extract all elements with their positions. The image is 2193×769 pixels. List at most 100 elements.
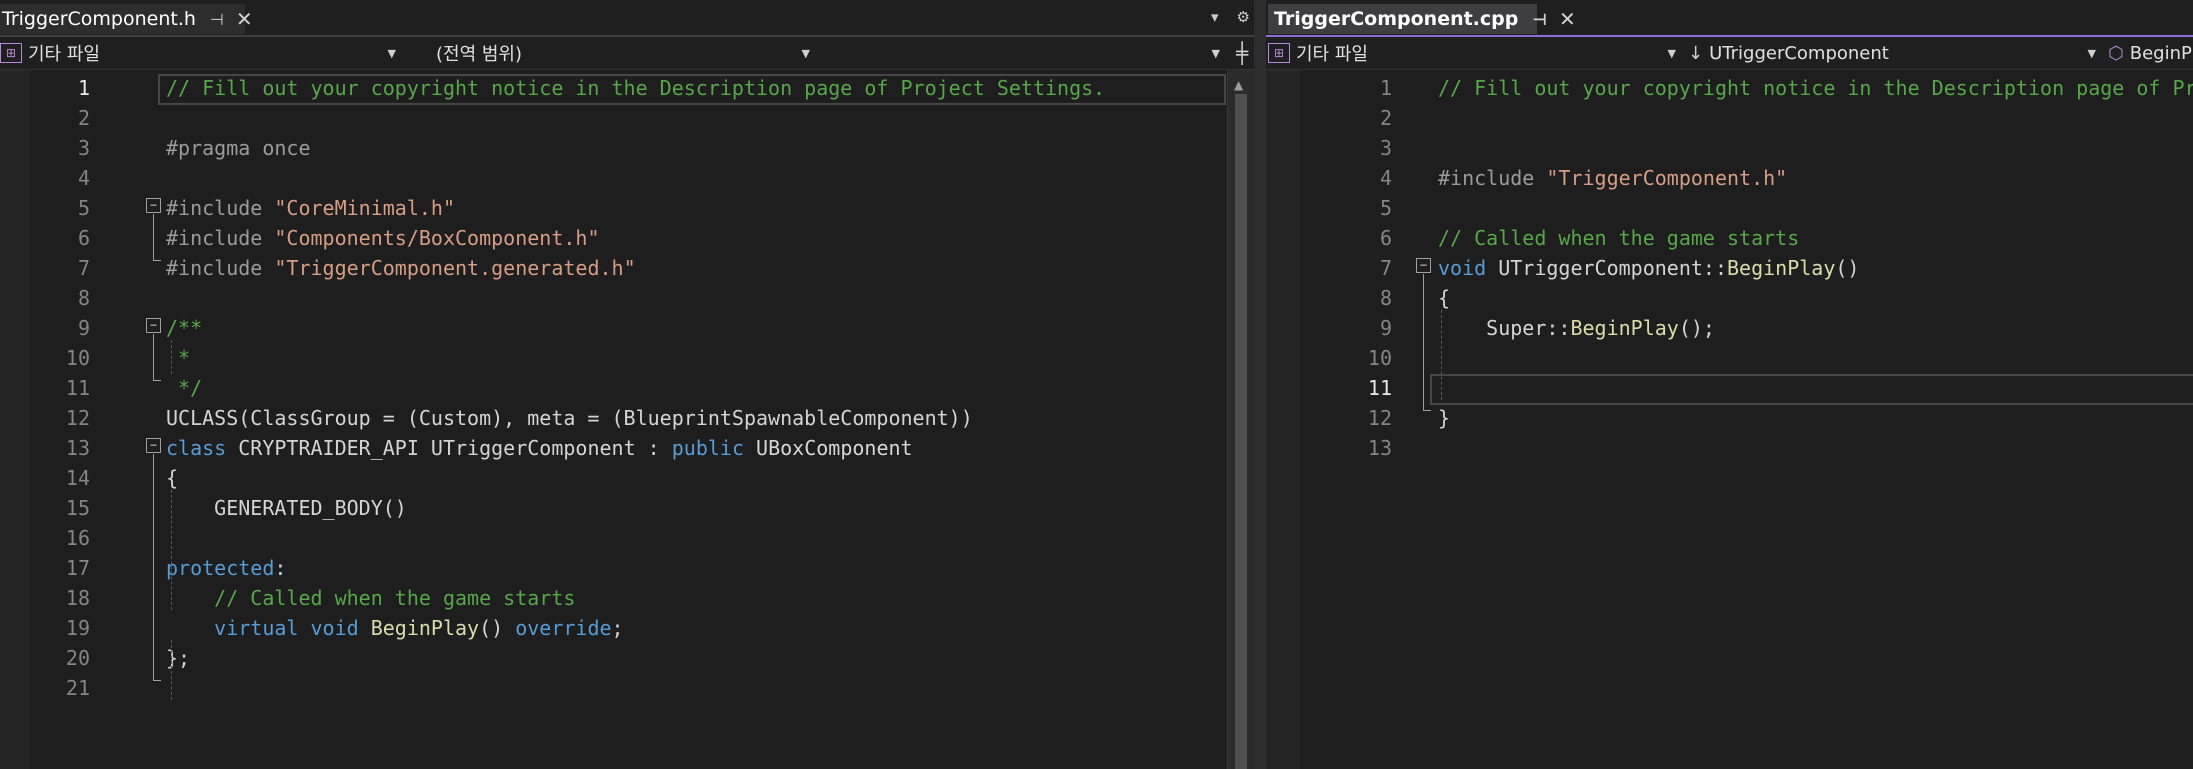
pane-splitter[interactable] (1254, 0, 1266, 769)
pin-icon[interactable]: ⊣ (210, 10, 224, 29)
code-line[interactable]: 2 (0, 103, 1254, 133)
fold-guide-end (153, 380, 161, 381)
code-line[interactable]: 11 (1266, 373, 2193, 405)
code-line[interactable]: 11 */ (0, 373, 1254, 403)
code-token: void (1438, 256, 1499, 280)
fold-guide (153, 334, 154, 380)
code-line[interactable]: 13 (1266, 433, 2193, 463)
code-text: { (1438, 283, 1450, 313)
navigation-bar: ⊞ 기타 파일 ▼ ↓ UTriggerComponent ▼ ⬡ BeginP… (1266, 37, 2193, 70)
fold-guide (1423, 274, 1424, 410)
current-line-highlight (1430, 374, 2193, 405)
line-number: 2 (77, 106, 90, 130)
line-number: 13 (1367, 436, 1392, 460)
code-line[interactable]: 8{ (1266, 283, 2193, 313)
code-line[interactable]: 12} (1266, 403, 2193, 433)
code-line[interactable]: 3 (1266, 133, 2193, 163)
project-icon: ⊞ (1268, 43, 1290, 63)
scrollbar-thumb[interactable] (1235, 94, 1247, 769)
code-editor[interactable]: 1 // Fill out your copyright notice in th… (1266, 70, 2193, 769)
code-token: ; (611, 616, 624, 640)
code-editor[interactable]: 1 // Fill out your copyright notice in th… (0, 70, 1254, 769)
line-number: 6 (77, 226, 90, 250)
code-line[interactable]: 15 GENERATED_BODY() (0, 493, 1254, 523)
code-line[interactable]: 5 #include "CoreMinimal.h" (0, 193, 1254, 223)
pin-icon[interactable]: ⊣ (1532, 10, 1547, 29)
member-dropdown[interactable]: ⬡ BeginPla (2108, 39, 2193, 67)
indent-guide (171, 490, 172, 610)
chevron-down-icon: ▼ (1667, 47, 1676, 60)
indent-guide (171, 340, 172, 374)
tab-trigger-component-cpp[interactable]: TriggerComponent.cpp ⊣ ✕ (1268, 4, 1576, 34)
collapse-icon[interactable]: − (146, 318, 161, 333)
scope-dropdown[interactable]: (전역 범위) ▼ (412, 39, 814, 67)
code-line[interactable]: 12 UCLASS(ClassGroup = (Custom), meta = (… (0, 403, 1254, 433)
tab-trigger-component-h[interactable]: TriggerComponent.h ⊣ ✕ (0, 4, 253, 34)
code-text: protected: (166, 553, 286, 583)
code-token: #include (166, 196, 275, 220)
code-line[interactable]: 17 protected: (0, 553, 1254, 583)
close-icon[interactable]: ✕ (236, 7, 253, 31)
line-number: 15 (65, 496, 90, 520)
settings-icon[interactable]: ⚙ (1237, 8, 1250, 26)
member-dropdown[interactable]: ▼ (822, 39, 1224, 67)
code-line[interactable]: 10 * (0, 343, 1254, 373)
code-line[interactable]: 14 { (0, 463, 1254, 493)
line-number: 21 (65, 676, 90, 700)
line-number: 12 (1367, 406, 1392, 430)
line-number: 14 (65, 466, 90, 490)
tab-list-dropdown-icon[interactable]: ▾ (1211, 8, 1219, 26)
line-number: 7 (77, 256, 90, 280)
method-cube-icon: ⬡ (2108, 42, 2124, 64)
code-line[interactable]: 9 /** (0, 313, 1254, 343)
code-line[interactable]: 16 (0, 523, 1254, 553)
code-line[interactable]: 2 (1266, 103, 2193, 133)
code-line[interactable]: 3 #pragma once (0, 133, 1254, 163)
code-line[interactable]: 13 class CRYPTRAIDER_API UTriggerComponen… (0, 433, 1254, 463)
code-line[interactable]: 1 // Fill out your copyright notice in th… (0, 73, 1254, 105)
code-line[interactable]: 8 (0, 283, 1254, 313)
collapse-icon[interactable]: − (146, 438, 161, 453)
code-line[interactable]: 4 #include "TriggerComponent.h" (1266, 163, 2193, 193)
code-token: public (671, 436, 757, 460)
collapse-icon[interactable]: − (146, 198, 161, 213)
code-line[interactable]: 20}; (0, 643, 1254, 673)
code-line[interactable]: 6 #include "Components/BoxComponent.h" (0, 223, 1254, 253)
line-number: 1 (1379, 76, 1392, 100)
code-token: "CoreMinimal.h" (274, 196, 455, 220)
code-token: { (166, 466, 179, 490)
code-line[interactable]: 7 void UTriggerComponent::BeginPlay() (1266, 253, 2193, 283)
collapse-icon[interactable]: − (1416, 258, 1431, 273)
code-line[interactable]: 5 (1266, 193, 2193, 223)
scroll-up-icon[interactable]: ▲ (1234, 78, 1243, 92)
code-line[interactable]: 21 (0, 673, 1254, 703)
line-number: 11 (65, 376, 90, 400)
chevron-down-icon: ▼ (387, 47, 396, 60)
code-text: /** (166, 313, 202, 343)
project-dropdown[interactable]: ⊞ 기타 파일 ▼ (1268, 39, 1680, 67)
code-line[interactable]: 19 virtual void BeginPlay() override; (0, 613, 1254, 643)
scope-dropdown[interactable]: ↓ UTriggerComponent ▼ (1688, 39, 2100, 67)
vertical-scrollbar[interactable]: ▲ (1227, 70, 1254, 769)
code-text: class CRYPTRAIDER_API UTriggerComponent … (166, 433, 913, 463)
tab-title: TriggerComponent.cpp (1274, 8, 1519, 30)
code-line[interactable]: 4 (0, 163, 1254, 193)
line-number: 2 (1379, 106, 1392, 130)
code-line[interactable]: 6 // Called when the game starts (1266, 223, 2193, 253)
close-icon[interactable]: ✕ (1559, 7, 1576, 31)
split-window-icon[interactable]: ╪ (1236, 41, 1248, 65)
line-number: 1 (77, 76, 90, 100)
line-number: 4 (77, 166, 90, 190)
code-token: GENERATED_BODY() (166, 496, 407, 520)
project-dropdown[interactable]: ⊞ 기타 파일 ▼ (0, 39, 400, 67)
code-line[interactable]: 1 // Fill out your copyright notice in th… (1266, 73, 2193, 103)
line-number: 7 (1379, 256, 1392, 280)
code-text: #include "CoreMinimal.h" (166, 193, 455, 223)
code-line[interactable]: 10 (1266, 343, 2193, 373)
editor-pane-source: TriggerComponent.cpp ⊣ ✕ ⊞ 기타 파일 ▼ ↓ UTr… (1266, 0, 2193, 769)
code-line[interactable]: 7 #include "TriggerComponent.generated.h" (0, 253, 1254, 283)
code-line[interactable]: 18 // Called when the game starts (0, 583, 1254, 613)
code-text: // Called when the game starts (1438, 223, 1799, 253)
line-number: 16 (65, 526, 90, 550)
code-line[interactable]: 9 Super::BeginPlay(); (1266, 313, 2193, 343)
